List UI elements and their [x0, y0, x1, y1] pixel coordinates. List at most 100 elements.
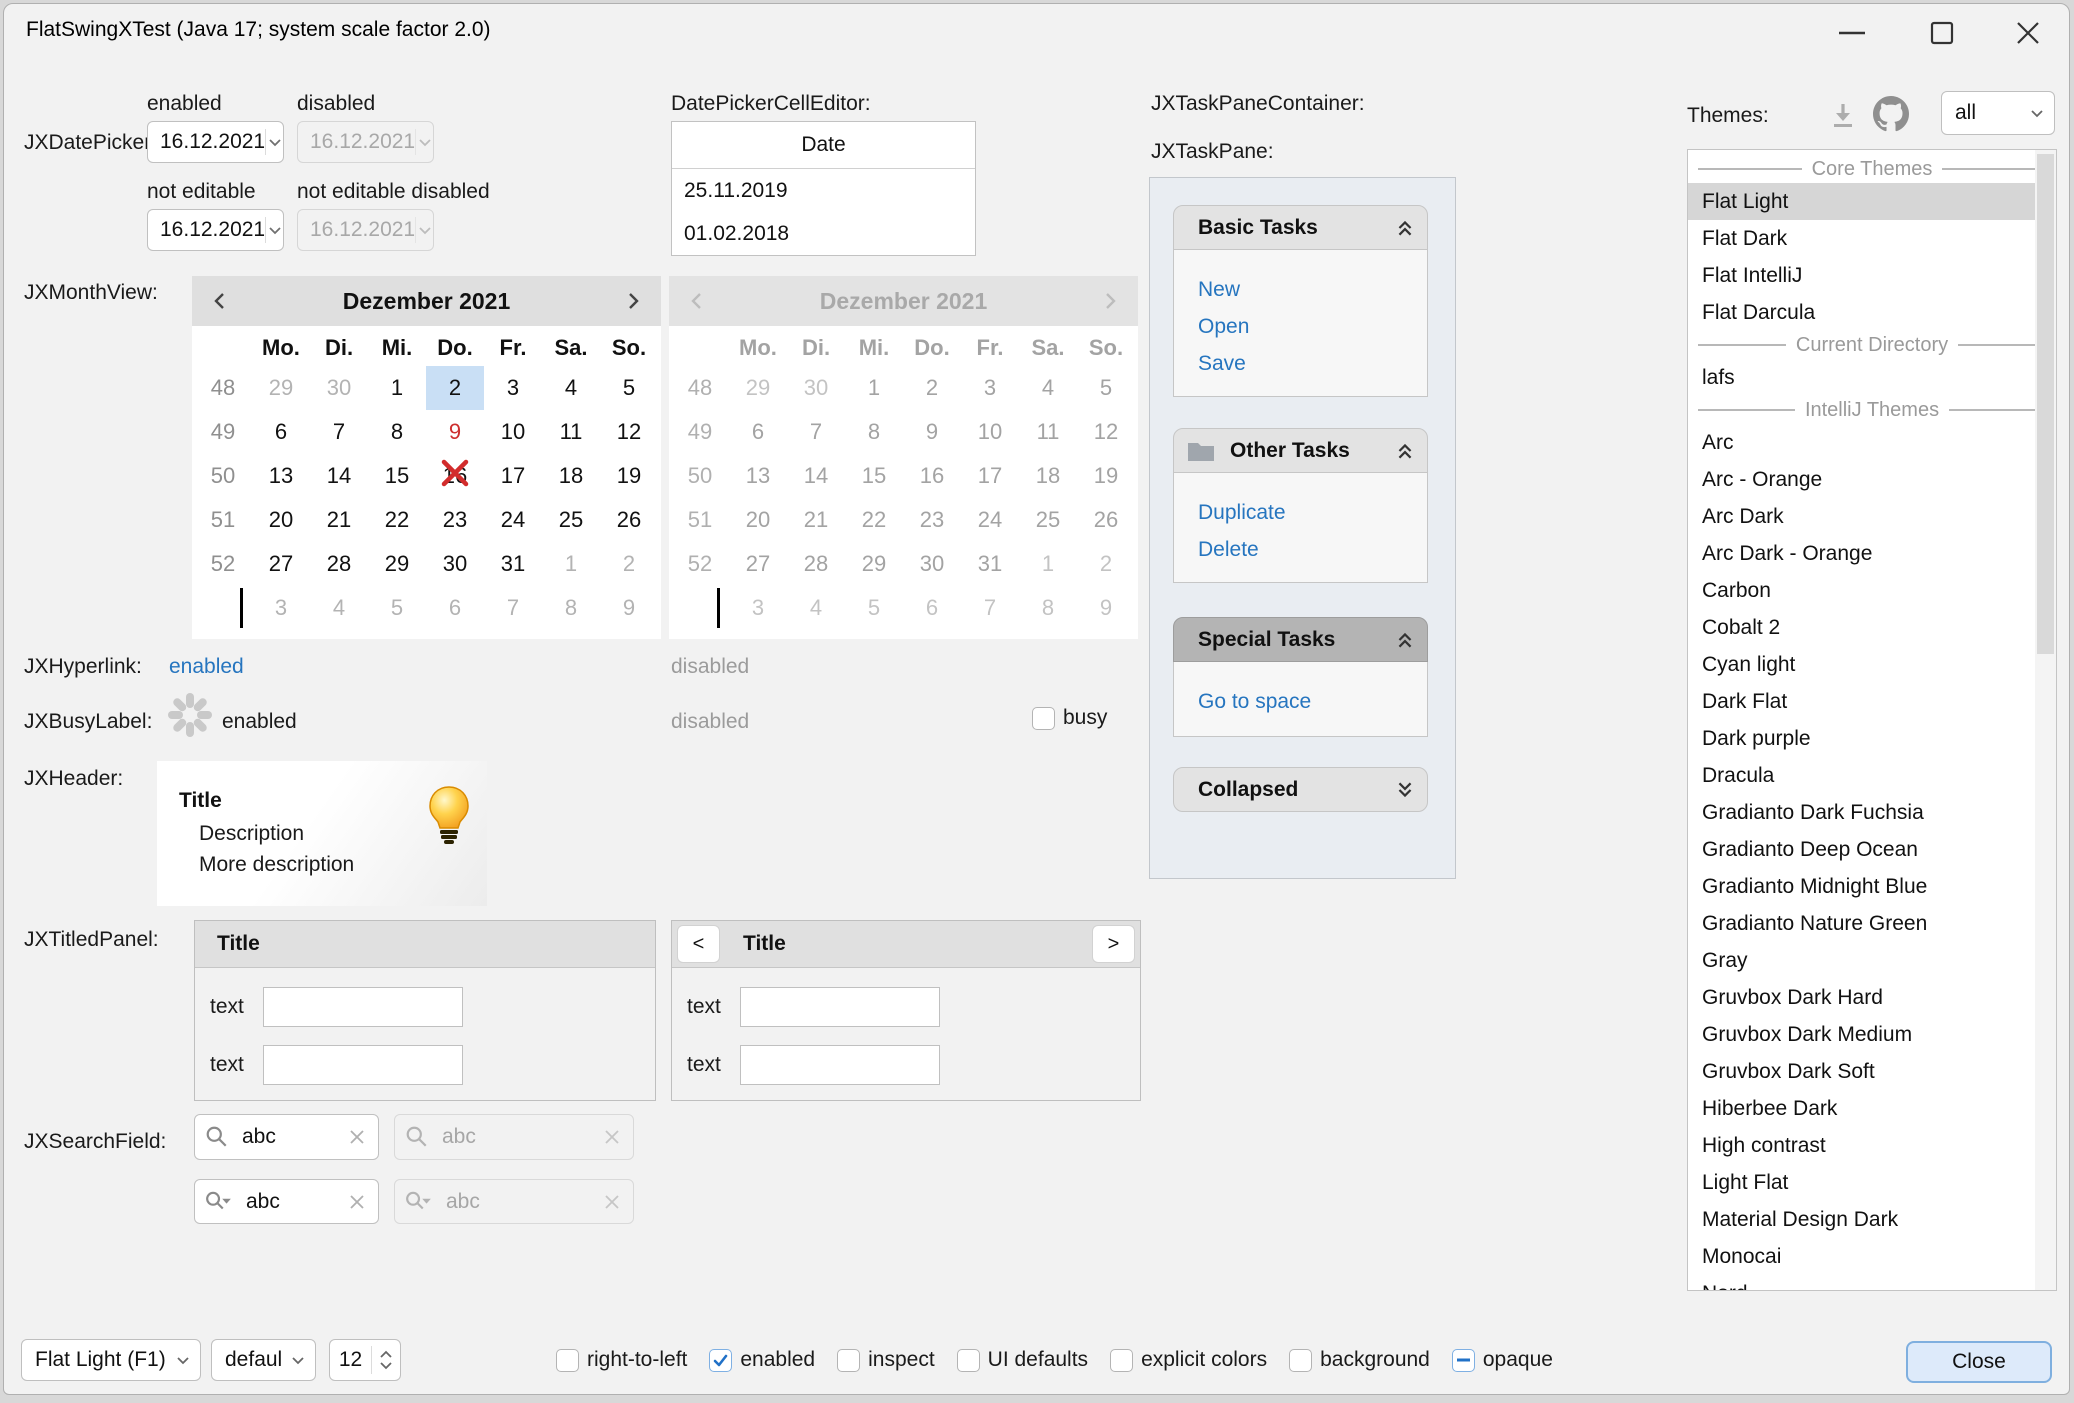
- day-cell[interactable]: 22: [368, 498, 426, 542]
- busy-checkbox[interactable]: busy: [1032, 706, 1107, 730]
- opaque-checkbox[interactable]: opaque: [1452, 1348, 1553, 1372]
- task-link-open[interactable]: Open: [1174, 308, 1427, 345]
- font-size-spinner[interactable]: 12: [329, 1339, 401, 1381]
- day-cell[interactable]: 1: [368, 366, 426, 410]
- day-cell[interactable]: 18: [542, 454, 600, 498]
- day-cell[interactable]: 31: [484, 542, 542, 586]
- font-combo[interactable]: default: [211, 1339, 316, 1381]
- theme-item-nord[interactable]: Nord: [1688, 1275, 2035, 1291]
- clear-icon[interactable]: [348, 1128, 378, 1146]
- theme-item-light-flat[interactable]: Light Flat: [1688, 1164, 2035, 1201]
- explicit-colors-checkbox[interactable]: explicit colors: [1110, 1348, 1267, 1372]
- text-input[interactable]: [263, 1045, 463, 1085]
- right-to-left-checkbox[interactable]: right-to-left: [556, 1348, 687, 1372]
- date-table[interactable]: Date25.11.201901.02.2018: [671, 121, 976, 256]
- theme-item-high-contrast[interactable]: High contrast: [1688, 1127, 2035, 1164]
- close-button[interactable]: [1984, 4, 2072, 62]
- taskpane-header[interactable]: Other Tasks: [1173, 428, 1428, 473]
- themes-filter-combo[interactable]: all: [1941, 91, 2055, 135]
- double-chevron-up-icon[interactable]: [1383, 630, 1427, 650]
- chevron-right-icon[interactable]: [605, 290, 661, 312]
- text-input[interactable]: [263, 987, 463, 1027]
- day-cell[interactable]: 7: [310, 410, 368, 454]
- day-cell[interactable]: 21: [310, 498, 368, 542]
- theme-item-hiberbee-dark[interactable]: Hiberbee Dark: [1688, 1090, 2035, 1127]
- date-picker-field[interactable]: 16.12.2021: [147, 121, 284, 163]
- scrollbar-track[interactable]: [2035, 150, 2056, 1290]
- prev-button[interactable]: <: [677, 925, 720, 963]
- day-cell[interactable]: 10: [484, 410, 542, 454]
- background-checkbox[interactable]: background: [1289, 1348, 1430, 1372]
- day-cell[interactable]: 9: [426, 410, 484, 454]
- double-chevron-up-icon[interactable]: [1383, 218, 1427, 238]
- taskpane-header[interactable]: Special Tasks: [1173, 617, 1428, 662]
- theme-item-arc-orange[interactable]: Arc - Orange: [1688, 461, 2035, 498]
- day-cell[interactable]: 20: [252, 498, 310, 542]
- search-input-value[interactable]: abc: [229, 1125, 348, 1149]
- chevron-left-icon[interactable]: [192, 290, 248, 312]
- day-cell[interactable]: 30: [426, 542, 484, 586]
- task-link-go-to-space[interactable]: Go to space: [1174, 683, 1427, 720]
- day-cell[interactable]: 25: [542, 498, 600, 542]
- theme-item-flat-intellij[interactable]: Flat IntelliJ: [1688, 257, 2035, 294]
- day-cell[interactable]: 6: [252, 410, 310, 454]
- clear-icon[interactable]: [348, 1193, 378, 1211]
- day-cell[interactable]: 2: [426, 366, 484, 410]
- explicit-colors-checkbox-box[interactable]: [1110, 1349, 1133, 1372]
- theme-item-lafs[interactable]: lafs: [1688, 359, 2035, 396]
- theme-item-carbon[interactable]: Carbon: [1688, 572, 2035, 609]
- day-cell[interactable]: 29: [368, 542, 426, 586]
- table-row[interactable]: 25.11.2019: [672, 169, 975, 212]
- day-cell[interactable]: 19: [600, 454, 658, 498]
- opaque-checkbox-box[interactable]: [1452, 1349, 1475, 1372]
- theme-item-gruvbox-dark-hard[interactable]: Gruvbox Dark Hard: [1688, 979, 2035, 1016]
- theme-item-gruvbox-dark-medium[interactable]: Gruvbox Dark Medium: [1688, 1016, 2035, 1053]
- day-cell[interactable]: 15: [368, 454, 426, 498]
- theme-item-gradianto-nature-green[interactable]: Gradianto Nature Green: [1688, 905, 2035, 942]
- scrollbar-thumb[interactable]: [2037, 154, 2054, 654]
- ui-defaults-checkbox-box[interactable]: [957, 1349, 980, 1372]
- right-to-left-checkbox-box[interactable]: [556, 1349, 579, 1372]
- enabled-checkbox-box[interactable]: [709, 1349, 732, 1372]
- task-link-delete[interactable]: Delete: [1174, 531, 1427, 568]
- theme-item-dracula[interactable]: Dracula: [1688, 757, 2035, 794]
- background-checkbox-box[interactable]: [1289, 1349, 1312, 1372]
- theme-item-flat-dark[interactable]: Flat Dark: [1688, 220, 2035, 257]
- chevron-down-icon[interactable]: [265, 129, 283, 155]
- double-chevron-down-icon[interactable]: [1383, 780, 1427, 800]
- day-cell[interactable]: 4: [542, 366, 600, 410]
- day-cell[interactable]: 24: [484, 498, 542, 542]
- theme-item-dark-flat[interactable]: Dark Flat: [1688, 683, 2035, 720]
- day-cell[interactable]: 27: [252, 542, 310, 586]
- next-button[interactable]: >: [1092, 925, 1135, 963]
- search-field-with-menu[interactable]: abc: [194, 1179, 379, 1224]
- search-dropdown-icon[interactable]: [195, 1190, 233, 1214]
- day-cell[interactable]: 9: [600, 586, 658, 630]
- theme-item-gradianto-deep-ocean[interactable]: Gradianto Deep Ocean: [1688, 831, 2035, 868]
- theme-item-arc-dark[interactable]: Arc Dark: [1688, 498, 2035, 535]
- day-cell[interactable]: 14: [310, 454, 368, 498]
- day-cell[interactable]: 16: [426, 454, 484, 498]
- text-input[interactable]: [740, 1045, 940, 1085]
- theme-item-flat-light[interactable]: Flat Light: [1688, 183, 2035, 220]
- day-cell[interactable]: 12: [600, 410, 658, 454]
- day-cell[interactable]: 2: [600, 542, 658, 586]
- month-view-enabled[interactable]: Dezember 2021Mo.Di.Mi.Do.Fr.Sa.So.482930…: [192, 276, 661, 639]
- theme-item-cobalt-2[interactable]: Cobalt 2: [1688, 609, 2035, 646]
- busy-checkbox[interactable]: busy: [1032, 706, 1107, 735]
- laf-combo[interactable]: Flat Light (F1): [21, 1339, 201, 1381]
- theme-item-dark-purple[interactable]: Dark purple: [1688, 720, 2035, 757]
- download-icon[interactable]: [1828, 100, 1858, 135]
- day-cell[interactable]: 30: [310, 366, 368, 410]
- minimize-button[interactable]: [1808, 4, 1896, 62]
- busy-checkbox-box[interactable]: [1032, 707, 1055, 730]
- day-cell[interactable]: 5: [600, 366, 658, 410]
- ui-defaults-checkbox[interactable]: UI defaults: [957, 1348, 1088, 1372]
- day-cell[interactable]: 6: [426, 586, 484, 630]
- theme-item-gradianto-midnight-blue[interactable]: Gradianto Midnight Blue: [1688, 868, 2035, 905]
- day-cell[interactable]: 23: [426, 498, 484, 542]
- theme-item-gray[interactable]: Gray: [1688, 942, 2035, 979]
- theme-item-arc-dark-orange[interactable]: Arc Dark - Orange: [1688, 535, 2035, 572]
- day-cell[interactable]: 17: [484, 454, 542, 498]
- text-input[interactable]: [740, 987, 940, 1027]
